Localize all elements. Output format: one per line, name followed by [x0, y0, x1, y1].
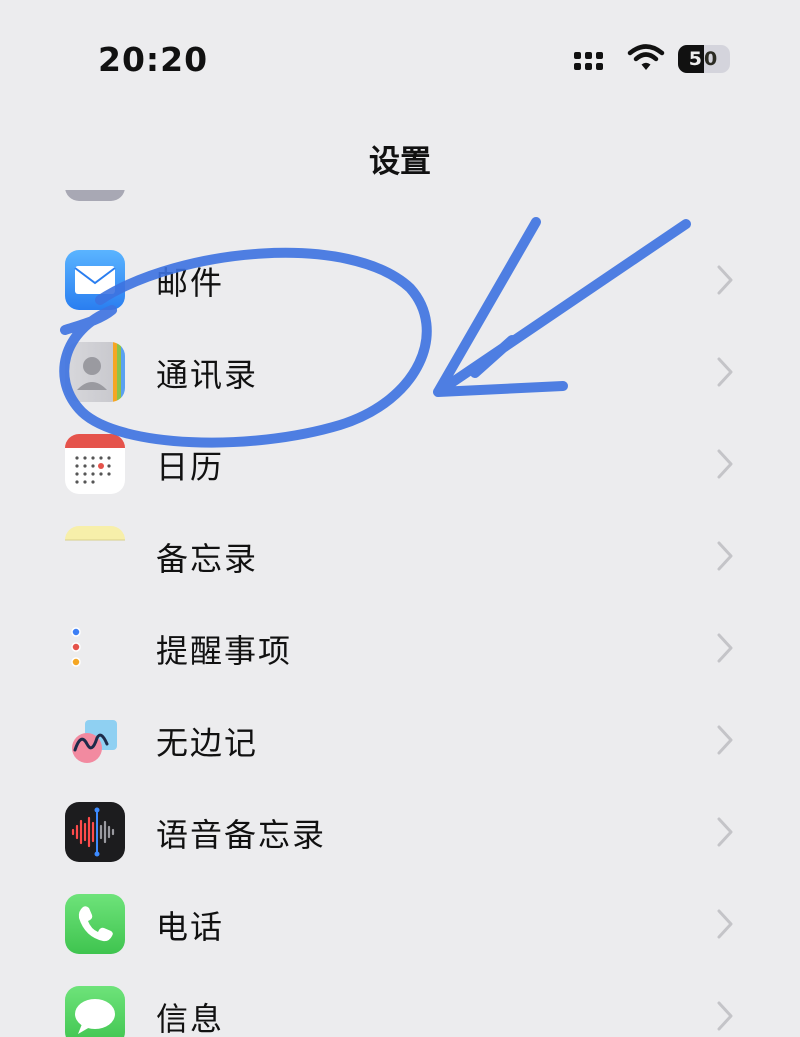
cellular-signal-icon	[574, 48, 606, 74]
phone-icon	[65, 894, 125, 954]
chevron-right-icon	[717, 725, 733, 755]
contacts-icon	[65, 342, 125, 402]
battery-icon: 50	[678, 45, 730, 73]
settings-list: 时钟 邮件 通讯录	[0, 190, 800, 1037]
settings-row-messages[interactable]: 信息	[0, 970, 800, 1037]
chevron-right-icon	[717, 1001, 733, 1031]
chevron-right-icon	[717, 817, 733, 847]
reminders-icon	[65, 618, 125, 678]
settings-row-calendar[interactable]: 日历	[0, 418, 800, 510]
calendar-icon	[65, 434, 125, 494]
settings-row-clock[interactable]: 时钟	[0, 190, 800, 217]
settings-row-label: 备忘录	[156, 540, 259, 578]
chevron-right-icon	[717, 541, 733, 571]
settings-row-reminders[interactable]: 提醒事项	[0, 602, 800, 694]
chevron-right-icon	[717, 909, 733, 939]
settings-row-phone[interactable]: 电话	[0, 878, 800, 970]
settings-row-contacts[interactable]: 通讯录	[0, 326, 800, 418]
mail-icon	[65, 250, 125, 310]
settings-row-label: 信息	[156, 1000, 225, 1037]
settings-row-label: 通讯录	[156, 356, 259, 394]
battery-percent: 50	[688, 48, 720, 70]
settings-row-label: 语音备忘录	[156, 816, 327, 854]
chevron-right-icon	[717, 449, 733, 479]
voice-memos-icon	[65, 802, 125, 862]
freeform-icon	[65, 710, 125, 770]
settings-row-label: 邮件	[156, 264, 225, 302]
settings-row-label: 日历	[156, 448, 225, 486]
settings-screen: 20:20 50 设置 时钟	[0, 0, 800, 1037]
status-bar: 20:20 50	[0, 0, 800, 110]
settings-row-label: 无边记	[156, 724, 259, 762]
settings-row-notes[interactable]: 备忘录	[0, 510, 800, 602]
settings-row-freeform[interactable]: 无边记	[0, 694, 800, 786]
wifi-icon	[627, 44, 665, 70]
settings-row-label: 提醒事项	[156, 632, 293, 670]
status-time: 20:20	[98, 40, 209, 79]
chevron-right-icon	[717, 357, 733, 387]
settings-row-mail[interactable]: 邮件	[0, 234, 800, 326]
settings-row-label: 时钟	[156, 190, 224, 195]
chevron-right-icon	[717, 633, 733, 663]
clock-icon	[65, 190, 125, 201]
page-title: 设置	[369, 144, 431, 180]
messages-icon	[65, 986, 125, 1037]
settings-row-voice-memos[interactable]: 语音备忘录	[0, 786, 800, 878]
settings-row-label: 电话	[156, 908, 225, 946]
chevron-right-icon	[717, 265, 733, 295]
notes-icon	[65, 526, 125, 586]
